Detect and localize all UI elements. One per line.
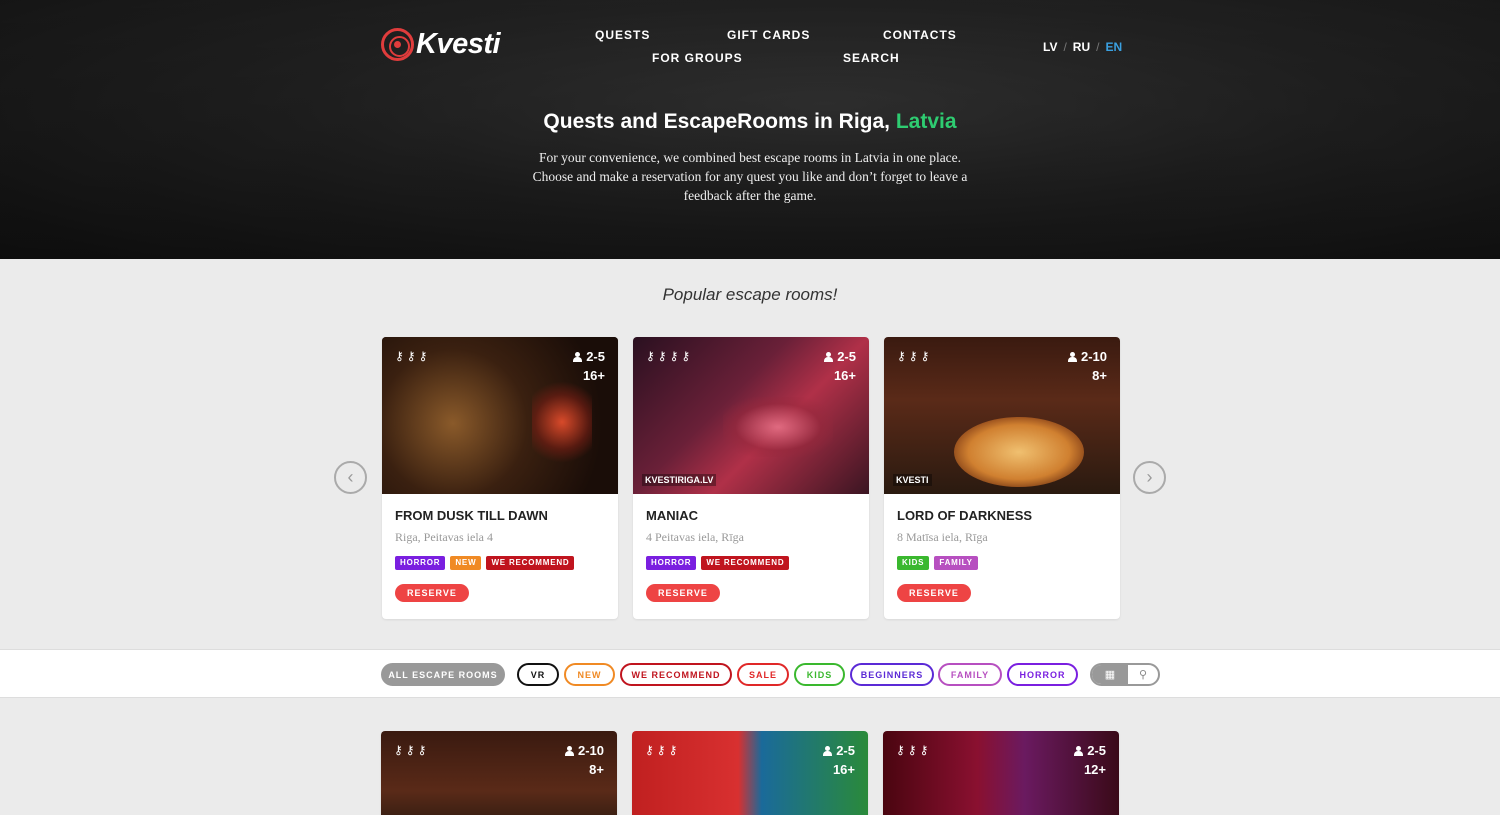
quest-image[interactable]: ⚷⚷⚷ 2-5 12+: [883, 731, 1119, 815]
players-count: 2-10: [1067, 349, 1107, 364]
carousel-next-button[interactable]: ›: [1133, 461, 1166, 494]
quest-card[interactable]: ⚷⚷⚷ 2-5 12+: [883, 731, 1119, 815]
lang-ru[interactable]: RU: [1073, 40, 1090, 54]
popular-title: Popular escape rooms!: [662, 285, 838, 304]
filter-all[interactable]: ALL ESCAPE ROOMS: [381, 663, 505, 686]
tag-list: HORROR NEW WE RECOMMEND: [395, 556, 605, 570]
hero-section: Kvesti QUESTS GIFT CARDS CONTACTS FOR GR…: [0, 0, 1500, 259]
chevron-left-icon: ‹: [347, 467, 354, 487]
quest-image[interactable]: ⚷⚷⚷⚷ 2-5 16+ KVESTIRIGA.LV: [633, 337, 869, 494]
person-icon: [824, 352, 834, 362]
person-icon: [1074, 746, 1084, 756]
age-limit: 16+: [833, 368, 856, 383]
quest-image[interactable]: ⚷⚷⚷ 2-10 8+: [381, 731, 617, 815]
hero-title-accent: Latvia: [895, 110, 957, 133]
quest-card[interactable]: ⚷⚷⚷ 2-5 16+ FROM DUSK TILL DAWN Riga, Pe…: [382, 337, 618, 619]
players-count: 2-10: [564, 743, 604, 758]
person-icon: [573, 352, 583, 362]
tag-new[interactable]: NEW: [450, 556, 482, 570]
filter-vr[interactable]: VR: [517, 663, 559, 686]
tag-horror[interactable]: HORROR: [395, 556, 446, 570]
filter-bar: ALL ESCAPE ROOMS VR NEW WE RECOMMEND SAL…: [0, 649, 1500, 698]
map-pin-icon: ⚲: [1138, 669, 1148, 681]
quest-address: 8 Matīsa iela, Rīga: [897, 530, 988, 544]
quest-image[interactable]: ⚷⚷⚷ 2-10 8+ KVESTI: [884, 337, 1120, 494]
nav-search[interactable]: SEARCH: [843, 51, 900, 65]
filter-sale[interactable]: SALE: [737, 663, 789, 686]
reserve-button[interactable]: RESERVE: [395, 584, 469, 602]
quest-card[interactable]: ⚷⚷⚷⚷ 2-5 16+ KVESTIRIGA.LV MANIAC 4 Peit…: [633, 337, 869, 619]
filter-kids[interactable]: KIDS: [794, 663, 845, 686]
filter-beginners[interactable]: BEGINNERS: [850, 663, 934, 686]
age-limit: 12+: [1083, 762, 1106, 777]
quest-title[interactable]: FROM DUSK TILL DAWN: [395, 508, 605, 523]
hero-title: Quests and EscapeRooms in Riga, Latvia: [0, 110, 1500, 134]
nav-contacts[interactable]: CONTACTS: [883, 28, 957, 42]
quest-image[interactable]: ⚷⚷⚷ 2-5 16+: [382, 337, 618, 494]
reserve-button[interactable]: RESERVE: [897, 584, 971, 602]
tag-family[interactable]: FAMILY: [934, 556, 978, 570]
key-icon: ⚷⚷⚷: [395, 349, 431, 363]
hero-description: For your convenience, we combined best e…: [532, 150, 968, 203]
map-view-button[interactable]: ⚲: [1128, 665, 1158, 684]
logo-icon: [381, 28, 414, 61]
filter-horror[interactable]: HORROR: [1007, 663, 1078, 686]
tag-horror[interactable]: HORROR: [646, 556, 697, 570]
hero-title-text: Quests and EscapeRooms in Riga,: [543, 110, 896, 133]
age-limit: 16+: [832, 762, 855, 777]
tag-list: HORROR WE RECOMMEND: [646, 556, 856, 570]
quest-card[interactable]: ⚷⚷⚷ 2-10 8+: [381, 731, 617, 815]
person-icon: [564, 746, 574, 756]
age-limit: 8+: [1092, 368, 1107, 383]
quest-title[interactable]: MANIAC: [646, 508, 856, 523]
filter-new[interactable]: NEW: [564, 663, 615, 686]
lang-en[interactable]: EN: [1105, 40, 1122, 54]
watermark: KVESTI: [893, 474, 932, 486]
nav-quests[interactable]: QUESTS: [595, 28, 650, 42]
filter-family[interactable]: FAMILY: [938, 663, 1002, 686]
key-icon: ⚷⚷⚷: [896, 743, 932, 757]
players-count: 2-5: [573, 349, 605, 364]
logo[interactable]: Kvesti: [381, 28, 501, 61]
players-count: 2-5: [823, 743, 855, 758]
quest-title[interactable]: LORD OF DARKNESS: [897, 508, 1107, 523]
watermark: KVESTIRIGA.LV: [642, 474, 717, 486]
filter-we-recommend[interactable]: WE RECOMMEND: [620, 663, 732, 686]
lang-lv[interactable]: LV: [1043, 40, 1057, 54]
nav-gift-cards[interactable]: GIFT CARDS: [727, 28, 810, 42]
tag-we-recommend[interactable]: WE RECOMMEND: [486, 556, 575, 570]
carousel-prev-button[interactable]: ‹: [334, 461, 367, 494]
chevron-right-icon: ›: [1146, 467, 1153, 487]
reserve-button[interactable]: RESERVE: [646, 584, 720, 602]
nav-for-groups[interactable]: FOR GROUPS: [652, 51, 743, 65]
tag-list: KIDS FAMILY: [897, 556, 1107, 570]
quest-image[interactable]: ⚷⚷⚷ 2-5 16+: [632, 731, 868, 815]
quest-address: 4 Peitavas iela, Rīga: [646, 530, 744, 544]
person-icon: [823, 746, 833, 756]
age-limit: 16+: [582, 368, 605, 383]
quest-card[interactable]: ⚷⚷⚷ 2-5 16+: [632, 731, 868, 815]
key-icon: ⚷⚷⚷⚷: [646, 349, 694, 363]
key-icon: ⚷⚷⚷: [897, 349, 933, 363]
players-count: 2-5: [1074, 743, 1106, 758]
language-switcher: LV / RU / EN: [1043, 40, 1123, 54]
logo-text: Kvesti: [416, 28, 501, 60]
key-icon: ⚷⚷⚷: [645, 743, 681, 757]
view-toggle: ▦ ⚲: [1090, 663, 1160, 686]
tag-kids[interactable]: KIDS: [897, 556, 930, 570]
grid-icon: ▦: [1104, 669, 1116, 681]
players-count: 2-5: [824, 349, 856, 364]
quest-address: Riga, Peitavas iela 4: [395, 530, 493, 544]
person-icon: [1067, 352, 1077, 362]
key-icon: ⚷⚷⚷: [394, 743, 430, 757]
tag-we-recommend[interactable]: WE RECOMMEND: [701, 556, 790, 570]
quest-card[interactable]: ⚷⚷⚷ 2-10 8+ KVESTI LORD OF DARKNESS 8 Ma…: [884, 337, 1120, 619]
grid-view-button[interactable]: ▦: [1092, 665, 1128, 684]
age-limit: 8+: [589, 762, 604, 777]
